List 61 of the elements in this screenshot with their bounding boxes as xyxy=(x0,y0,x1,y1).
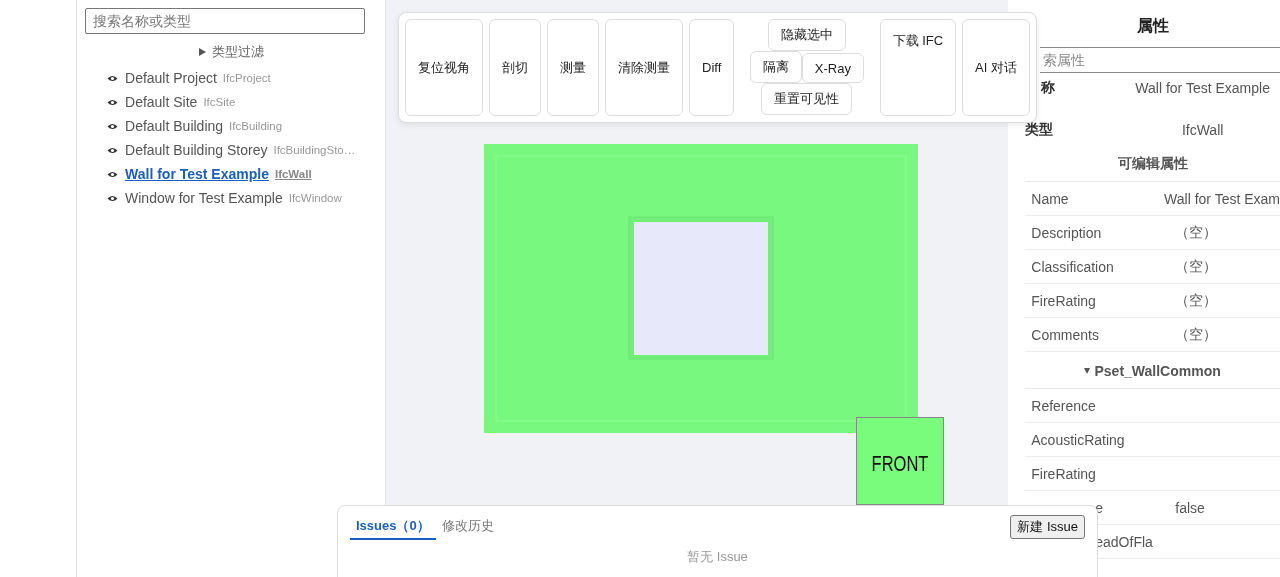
eye-icon[interactable] xyxy=(107,194,118,202)
toolbar-button[interactable]: 剖切 xyxy=(489,19,541,116)
toolbar-button[interactable]: 复位视角 xyxy=(405,19,483,116)
view-cube[interactable] xyxy=(856,417,945,505)
property-value: IfcWall xyxy=(1180,122,1225,138)
tree-item-type: IfcBuildingSto… xyxy=(273,144,356,156)
tree-item-name[interactable]: Default Site xyxy=(125,94,198,110)
property-label: Name xyxy=(1030,190,1070,207)
toolbar-button[interactable]: 隔离 xyxy=(749,51,802,83)
view-cube-label: FRONT xyxy=(871,450,929,476)
property-label: AcousticRating xyxy=(1030,431,1126,448)
property-value: （空） xyxy=(1175,291,1219,310)
toolbar-button[interactable]: X-Ray xyxy=(801,53,864,83)
property-value: Wall for Test Exam xyxy=(1164,190,1280,207)
tree-item-name[interactable]: Default Building xyxy=(125,118,224,134)
disclosure-triangle-icon[interactable] xyxy=(198,48,206,56)
toolbar-button[interactable]: 测量 xyxy=(547,19,599,116)
section-title: 可编辑属性 xyxy=(1117,155,1188,173)
property-value: （空） xyxy=(1175,325,1219,344)
toolbar-button[interactable]: AI 对话 xyxy=(962,19,1030,116)
property-value: false xyxy=(1175,499,1206,516)
tree-item-name[interactable]: Default Project xyxy=(125,70,217,86)
property-value: Wall for Test Example xyxy=(1134,80,1271,96)
disclosure-triangle-icon[interactable] xyxy=(1084,368,1091,374)
toolbar-button[interactable]: 清除测量 xyxy=(605,19,683,116)
tree-item-name[interactable]: Window for Test Example xyxy=(125,190,283,206)
property-value: （空） xyxy=(1175,223,1219,242)
tree-item-type: IfcProject xyxy=(222,72,271,84)
eye-icon[interactable] xyxy=(107,74,118,82)
eye-icon[interactable] xyxy=(107,98,118,106)
property-label: Reference xyxy=(1030,397,1097,414)
toolbar-button[interactable]: 隐藏选中 xyxy=(767,19,846,51)
tree-item-type: IfcSite xyxy=(203,96,236,108)
property-label: 称 xyxy=(1039,79,1057,97)
property-label: FireRating xyxy=(1030,292,1097,309)
eye-icon[interactable] xyxy=(107,170,118,178)
tree-item-type: IfcBuilding xyxy=(229,120,283,132)
tree-item-name[interactable]: Default Building Storey xyxy=(125,142,268,158)
tab[interactable]: 修改历史 xyxy=(435,514,500,540)
property-label: FireRating xyxy=(1030,465,1097,482)
property-label: Comments xyxy=(1030,326,1100,343)
property-label: 类型 xyxy=(1025,121,1055,139)
toolbar-button[interactable]: Diff xyxy=(689,19,735,116)
tree-item-name[interactable]: Wall for Test Example xyxy=(125,166,269,182)
eye-icon[interactable] xyxy=(107,122,118,130)
property-label: Description xyxy=(1030,224,1103,241)
property-label: Classification xyxy=(1030,258,1115,275)
new-issue-button[interactable]: 新建 Issue xyxy=(1010,515,1085,539)
property-search-field[interactable]: 索属性 xyxy=(1040,47,1280,73)
section-title[interactable]: Pset_WallCommon xyxy=(1094,363,1221,379)
property-value: （空） xyxy=(1175,257,1219,276)
panel-title: 属性 xyxy=(1135,16,1170,36)
type-filter-toggle[interactable]: 类型过滤 xyxy=(211,43,264,61)
toolbar-button[interactable]: 下载 IFC xyxy=(879,19,957,116)
search-field[interactable]: 搜索名称或类型 xyxy=(85,8,365,34)
tab[interactable]: Issues（0） xyxy=(350,514,436,540)
toolbar-button[interactable]: 重置可见性 xyxy=(761,83,853,115)
tree-item-type: IfcWall xyxy=(274,168,312,180)
eye-icon[interactable] xyxy=(107,146,118,154)
tree-item-type: IfcWindow xyxy=(288,192,342,204)
empty-message: 暂无 Issue xyxy=(686,548,749,566)
